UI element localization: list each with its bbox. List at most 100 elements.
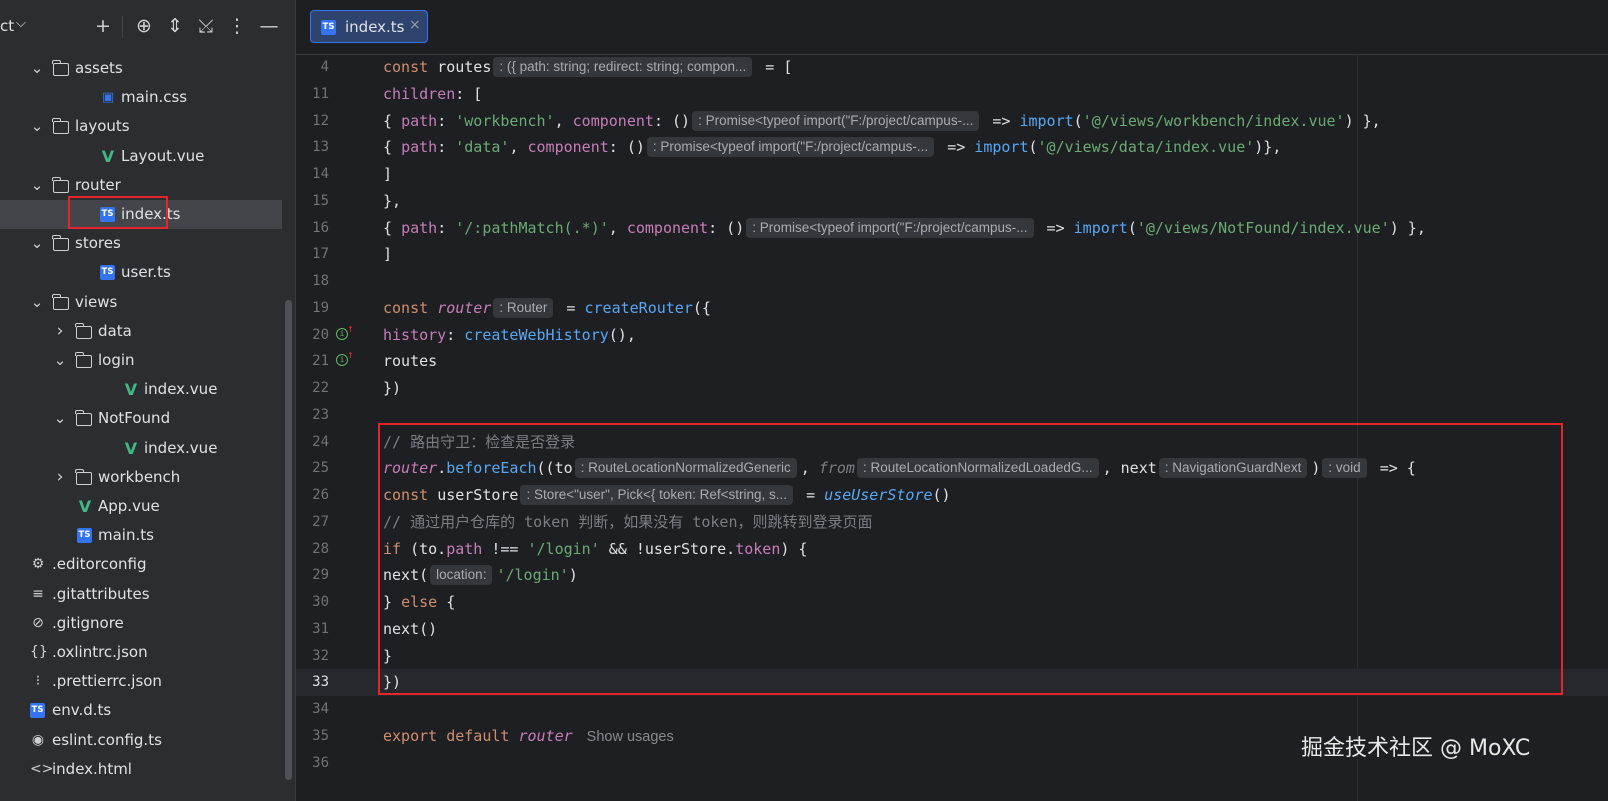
chevron-down-icon[interactable]: ⌄: [53, 404, 67, 433]
folder-icon: [75, 322, 92, 339]
locate-icon[interactable]: ⊕: [131, 12, 157, 40]
line-number: 21: [312, 353, 329, 370]
tree-item[interactable]: Vindex.vue: [0, 375, 282, 404]
tree-item[interactable]: ⁝ .prettierrc.json: [0, 667, 282, 696]
tree-item[interactable]: TS env.d.ts: [0, 696, 282, 725]
chevron-right-icon[interactable]: ›: [53, 463, 67, 492]
json-file-icon: {}: [30, 644, 48, 660]
folder-icon: [75, 352, 92, 368]
tree-item-label: Layout.vue: [121, 146, 205, 165]
chevron-down-icon[interactable]: ⌄: [30, 288, 44, 317]
inlay-hint[interactable]: : ({ path: string; redirect: string; com…: [493, 57, 753, 77]
code-token: ]: [383, 165, 393, 183]
code-token: =: [557, 298, 585, 317]
hide-icon[interactable]: —: [256, 12, 282, 40]
code-token: '@/views/workbench/index.vue': [1082, 111, 1345, 130]
collapse-all-icon[interactable]: ⤩: [193, 12, 219, 40]
chevron-down-icon[interactable]: ⌵: [16, 16, 26, 31]
code-token: ({: [692, 298, 711, 317]
code-token: },: [383, 191, 402, 210]
ignore-file-icon: ⊘: [32, 614, 44, 631]
tree-item-label: workbench: [98, 467, 181, 486]
close-icon[interactable]: ×: [409, 17, 421, 33]
tree-item[interactable]: ⚙ .editorconfig: [0, 550, 282, 579]
code-line[interactable]: 17]: [296, 241, 1608, 268]
expand-all-icon[interactable]: ⇕: [162, 12, 188, 40]
code-line[interactable]: 14 ]: [296, 161, 1608, 188]
code-token: :: [437, 218, 456, 237]
ts-file-icon: TS: [30, 703, 45, 719]
code-line[interactable]: 20 i ↑ history: createWebHistory(),: [296, 322, 1608, 349]
add-icon[interactable]: +: [90, 12, 116, 40]
code-line[interactable]: 16 { path: '/:pathMatch(.*)', component:…: [296, 215, 1608, 242]
inlay-hint[interactable]: : Router: [493, 297, 554, 318]
inlay-hint[interactable]: : Promise<typeof import("F:/project/camp…: [646, 137, 935, 158]
line-number: 32: [312, 647, 329, 664]
tab-index-ts[interactable]: TS index.ts ×: [310, 10, 428, 43]
tree-item[interactable]: ⌄ assets: [0, 54, 282, 83]
tree-item[interactable]: ▣ main.css: [0, 83, 282, 112]
sidebar-scrollbar[interactable]: [285, 300, 292, 780]
chevron-down-icon[interactable]: ⌄: [30, 54, 44, 83]
code-line[interactable]: 22}): [296, 375, 1608, 402]
code-line[interactable]: 21 i ↑ routes: [296, 348, 1608, 375]
code-line[interactable]: 11 children: [: [296, 81, 1608, 108]
line-number: 31: [312, 620, 329, 637]
arrow-up-icon: ↑: [347, 321, 354, 335]
ts-file-icon: TS: [100, 265, 115, 281]
vue-file-icon: V: [124, 380, 138, 400]
code-token: {: [383, 111, 402, 130]
code-line[interactable]: 13 { path: 'data', component: (): Promis…: [296, 134, 1608, 161]
chevron-down-icon[interactable]: ⌄: [30, 229, 44, 258]
code-line[interactable]: 18: [296, 268, 1608, 295]
chevron-down-icon[interactable]: ⌄: [30, 112, 44, 141]
code-line[interactable]: 34: [296, 696, 1608, 723]
code-text: history: createWebHistory(),: [383, 322, 636, 349]
folder-icon: [52, 176, 69, 193]
tree-item[interactable]: ⌄ stores: [0, 229, 282, 258]
more-options-icon[interactable]: ⋮: [224, 12, 250, 40]
tree-item[interactable]: Vindex.vue: [0, 434, 282, 463]
ts-file-icon: TS: [77, 528, 92, 544]
tree-item[interactable]: <> index.html: [0, 755, 282, 784]
tree-item[interactable]: ⌄ login: [0, 346, 282, 375]
code-text: { path: 'workbench', component: (): Prom…: [383, 108, 1381, 135]
line-number: 16: [312, 219, 329, 236]
tree-item[interactable]: ⌄ NotFound: [0, 404, 282, 433]
code-token: component: [527, 138, 609, 157]
code-token: ) },: [1344, 111, 1381, 130]
code-line[interactable]: 15 },: [296, 188, 1608, 215]
tree-item[interactable]: › data: [0, 317, 282, 346]
tree-item[interactable]: TS main.ts: [0, 521, 282, 550]
code-line[interactable]: 4 const routes: ({ path: string; redirect…: [296, 54, 1608, 81]
code-token: =>: [938, 138, 975, 157]
tree-item[interactable]: {} .oxlintrc.json: [0, 638, 282, 667]
tree-item[interactable]: TS user.ts: [0, 258, 282, 287]
tree-item[interactable]: ≡ .gitattributes: [0, 580, 282, 609]
tree-item[interactable]: › workbench: [0, 463, 282, 492]
code-line[interactable]: 19 const router: Router = createRouter({: [296, 295, 1608, 322]
tree-item[interactable]: V Layout.vue: [0, 142, 282, 171]
show-usages-link[interactable]: Show usages: [587, 729, 674, 745]
code-line[interactable]: 12 { path: 'workbench', component: (): P…: [296, 108, 1608, 135]
code-token: history: [383, 325, 447, 344]
code-token: ]: [383, 245, 393, 264]
code-text: },: [383, 188, 401, 215]
code-text: { path: 'data', component: (): Promise<t…: [383, 134, 1281, 161]
inlay-hint[interactable]: : Promise<typeof import("F:/project/camp…: [692, 110, 980, 131]
code-text: }): [383, 375, 401, 402]
vue-file-icon: V: [124, 438, 138, 458]
chevron-down-icon[interactable]: ⌄: [30, 171, 44, 200]
tree-item[interactable]: ⊘ .gitignore: [0, 609, 282, 638]
code-token: const: [383, 58, 438, 76]
chevron-right-icon[interactable]: ›: [53, 317, 67, 346]
text-lines-icon: ≡: [32, 585, 44, 602]
line-number: 33: [312, 674, 329, 691]
chevron-down-icon[interactable]: ⌄: [53, 346, 67, 375]
tree-item[interactable]: V App.vue: [0, 492, 282, 521]
inlay-hint[interactable]: : Promise<typeof import("F:/project/camp…: [746, 217, 1034, 238]
tree-item[interactable]: ◉ eslint.config.ts: [0, 726, 282, 755]
tree-item[interactable]: ⌄ layouts: [0, 112, 282, 141]
tree-item[interactable]: ⌄ views: [0, 288, 282, 317]
project-panel-title[interactable]: ct: [0, 17, 14, 35]
